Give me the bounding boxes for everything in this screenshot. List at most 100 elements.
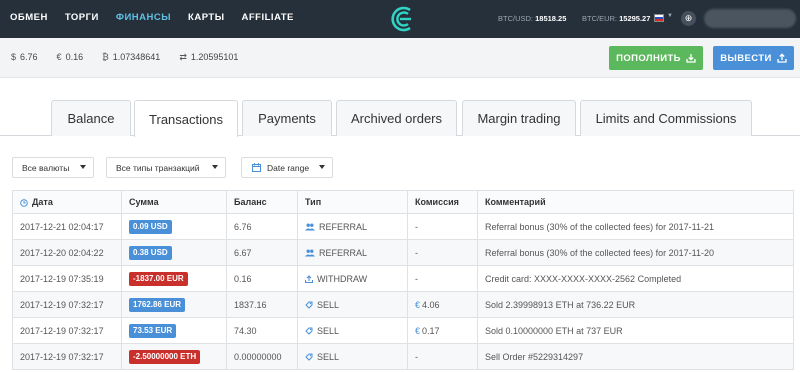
chevron-down-icon[interactable]: ▼ bbox=[667, 13, 673, 19]
withdraw-icon bbox=[777, 53, 787, 63]
users-icon bbox=[305, 248, 319, 258]
btc-eur-label: BTC/EUR: bbox=[582, 14, 618, 23]
cell-type: SELL bbox=[297, 317, 408, 344]
fee-value: 0.17 bbox=[422, 325, 440, 336]
withdraw-button[interactable]: ВЫВЕСТИ bbox=[713, 46, 794, 70]
table-header-row: Дата Сумма Баланс Тип Комиссия Комментар… bbox=[12, 190, 794, 214]
cell-balance: 0.16 bbox=[226, 265, 298, 292]
cell-balance: 74.30 bbox=[226, 317, 298, 344]
finance-tabs: Balance Transactions Payments Archived o… bbox=[0, 100, 800, 137]
settings-icon[interactable]: ⊕ bbox=[681, 11, 696, 26]
balance-btc: ₿ 1.07348641 bbox=[102, 52, 161, 62]
table-row: 2017-12-19 07:35:19 -1837.00 EUR 0.16 WITHD… bbox=[12, 265, 794, 292]
tag-icon bbox=[305, 326, 317, 336]
date-range-filter-dropdown[interactable]: Date range bbox=[241, 157, 333, 178]
cell-balance: 6.76 bbox=[226, 213, 298, 240]
cell-date: 2017-12-21 02:04:17 bbox=[12, 213, 122, 240]
balance-usd: $6.76 bbox=[11, 52, 38, 62]
tag-icon bbox=[305, 352, 317, 362]
cell-comment: Referral bonus (30% of the collected fee… bbox=[477, 213, 794, 240]
cell-date: 2017-12-19 07:32:17 bbox=[12, 291, 122, 318]
amount-badge: 0.38 USD bbox=[129, 245, 172, 260]
cell-fee: - bbox=[407, 213, 478, 240]
column-header-amount[interactable]: Сумма bbox=[121, 190, 227, 214]
cell-date: 2017-12-19 07:32:17 bbox=[12, 317, 122, 344]
language-flag-icon[interactable] bbox=[654, 14, 664, 22]
cell-balance: 1837.16 bbox=[226, 291, 298, 318]
cell-amount: 1762.86 EUR bbox=[121, 291, 227, 318]
transactions-table-body: 2017-12-21 02:04:17 0.09 USD 6.76 REFERRAL -… bbox=[12, 213, 794, 370]
tab-archived-orders[interactable]: Archived orders bbox=[336, 100, 457, 136]
cell-type: SELL bbox=[297, 343, 408, 370]
fee-value: - bbox=[415, 247, 418, 258]
btc-eur-value: 15295.27 bbox=[619, 14, 651, 23]
fee-value: - bbox=[415, 273, 418, 284]
chevron-down-icon bbox=[80, 165, 86, 169]
cell-amount: -1837.00 EUR bbox=[121, 265, 227, 292]
transactions-table: Дата Сумма Баланс Тип Комиссия Комментар… bbox=[12, 190, 794, 370]
amount-badge: 73.53 EUR bbox=[129, 323, 177, 338]
amount-badge: -2.50000000 ETH bbox=[129, 349, 201, 364]
deposit-button[interactable]: ПОПОЛНИТЬ bbox=[609, 46, 703, 70]
deposit-icon bbox=[686, 54, 696, 63]
cell-comment: Credit card: XXXX-XXXX-XXXX-2562 Complet… bbox=[477, 265, 794, 292]
column-header-type[interactable]: Тип bbox=[297, 190, 408, 214]
column-header-fee[interactable]: Комиссия bbox=[407, 190, 478, 214]
amount-badge: 1762.86 EUR bbox=[129, 297, 186, 312]
cell-type: REFERRAL bbox=[297, 213, 408, 240]
column-header-comment[interactable]: Комментарий bbox=[477, 190, 794, 214]
users-icon bbox=[305, 222, 319, 232]
cell-date: 2017-12-19 07:35:19 bbox=[12, 265, 122, 292]
type-label: WITHDRAW bbox=[317, 273, 368, 284]
fee-value: 4.06 bbox=[422, 299, 440, 310]
table-row: 2017-12-21 02:04:17 0.09 USD 6.76 REFERRAL -… bbox=[12, 213, 794, 240]
nav-item-trading[interactable]: ТОРГИ bbox=[65, 12, 99, 23]
transaction-type-filter-dropdown[interactable]: Все типы транзакций bbox=[106, 157, 226, 178]
cell-fee: - bbox=[407, 343, 478, 370]
amount-badge: -1837.00 EUR bbox=[129, 271, 188, 286]
calendar-icon bbox=[252, 163, 261, 172]
nav-item-exchange[interactable]: ОБМЕН bbox=[10, 12, 48, 23]
type-label: SELL bbox=[317, 351, 340, 362]
chevron-down-icon bbox=[319, 165, 325, 169]
type-label: SELL bbox=[317, 325, 340, 336]
cell-balance: 0.00000000 bbox=[226, 343, 298, 370]
cell-comment: Sold 0.10000000 ETH at 737 EUR bbox=[477, 317, 794, 344]
main-nav: ОБМЕН ТОРГИ ФИНАНСЫ КАРТЫ AFFILIATE bbox=[10, 12, 311, 23]
table-row: 2017-12-19 07:32:17 -2.50000000 ETH 0.0000… bbox=[12, 343, 794, 370]
tab-margin-trading[interactable]: Margin trading bbox=[462, 100, 576, 136]
fee-value: - bbox=[415, 351, 418, 362]
table-row: 2017-12-19 07:32:17 1762.86 EUR 1837.16 SEL… bbox=[12, 291, 794, 318]
user-account-menu[interactable] bbox=[704, 9, 796, 28]
amount-badge: 0.09 USD bbox=[129, 219, 172, 234]
currency-filter-dropdown[interactable]: Все валюты bbox=[12, 157, 94, 178]
tab-balance[interactable]: Balance bbox=[51, 100, 131, 136]
tab-payments[interactable]: Payments bbox=[242, 100, 332, 136]
column-header-balance[interactable]: Баланс bbox=[226, 190, 298, 214]
top-navigation-bar: ОБМЕН ТОРГИ ФИНАНСЫ КАРТЫ AFFILIATE BTC/… bbox=[0, 0, 800, 38]
type-label: SELL bbox=[317, 299, 340, 310]
btc-eur-rate: BTC/EUR: 15295.27 bbox=[582, 14, 650, 23]
btc-usd-label: BTC/USD: bbox=[498, 14, 534, 23]
cell-amount: 0.09 USD bbox=[121, 213, 227, 240]
cell-fee: - bbox=[407, 265, 478, 292]
tab-transactions[interactable]: Transactions bbox=[134, 100, 238, 137]
table-row: 2017-12-19 07:32:17 73.53 EUR 74.30 SELL €0.… bbox=[12, 317, 794, 344]
cell-fee: €4.06 bbox=[407, 291, 478, 318]
clock-icon bbox=[20, 198, 28, 207]
cell-amount: -2.50000000 ETH bbox=[121, 343, 227, 370]
nav-item-finance[interactable]: ФИНАНСЫ bbox=[116, 12, 171, 23]
tab-limits-and-commissions[interactable]: Limits and Commissions bbox=[580, 100, 752, 136]
nav-item-cards[interactable]: КАРТЫ bbox=[188, 12, 224, 23]
column-header-date[interactable]: Дата bbox=[12, 190, 122, 214]
cell-balance: 6.67 bbox=[226, 239, 298, 266]
cell-type: WITHDRAW bbox=[297, 265, 408, 292]
nav-item-affiliate[interactable]: AFFILIATE bbox=[242, 12, 294, 23]
balances-list: $6.76 €0.16 ₿ 1.07348641 ⇄ 1.20595101 bbox=[11, 52, 257, 63]
logo-icon[interactable] bbox=[389, 5, 417, 33]
fee-value: - bbox=[415, 221, 418, 232]
balance-eth: ⇄ 1.20595101 bbox=[179, 52, 239, 62]
cell-fee: - bbox=[407, 239, 478, 266]
upload-icon bbox=[305, 274, 317, 284]
tag-icon bbox=[305, 300, 317, 310]
